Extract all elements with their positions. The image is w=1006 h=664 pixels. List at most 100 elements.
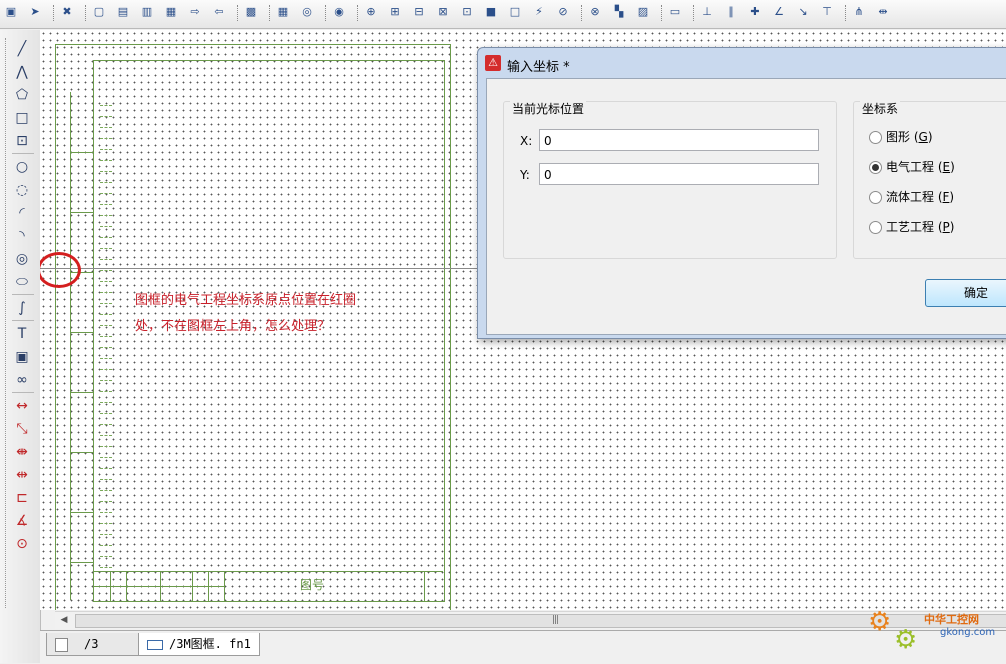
horizontal-scrollbar[interactable]: ◀ ||| xyxy=(55,611,1006,629)
frame-column-marker xyxy=(100,149,112,151)
line-icon[interactable]: ╱ xyxy=(12,40,32,58)
ok-button[interactable]: 确定 xyxy=(925,279,1006,307)
new-page-icon[interactable]: ▤ xyxy=(115,4,131,20)
frame-column-marker xyxy=(100,259,112,261)
frame-column-marker xyxy=(100,138,112,140)
radio-button-icon[interactable] xyxy=(869,161,882,174)
polygon-icon[interactable]: ⬠ xyxy=(12,86,32,104)
page-edit-icon[interactable]: ▥ xyxy=(139,4,155,20)
path-icon[interactable]: ↘ xyxy=(795,4,811,20)
save-icon[interactable]: ▣ xyxy=(3,4,19,20)
image-icon[interactable]: ▣ xyxy=(12,348,32,366)
delete-icon[interactable]: ✖ xyxy=(59,4,75,20)
dim-increment-icon[interactable]: ⇹ xyxy=(12,466,32,484)
cable-icon[interactable]: ⊠ xyxy=(435,4,451,20)
dim-aligned-icon[interactable]: ⤡ xyxy=(12,420,32,438)
toolbar-separator xyxy=(12,320,34,321)
frame-column-marker xyxy=(100,556,112,558)
dim-linear-icon[interactable]: ↔ xyxy=(12,397,32,415)
macro-icon[interactable]: ◎ xyxy=(299,4,315,20)
potential-icon[interactable]: ⚡ xyxy=(531,4,547,20)
connection-icon[interactable]: ⊡ xyxy=(459,4,475,20)
frame-column-marker xyxy=(100,369,112,371)
connector-icon[interactable]: ⊗ xyxy=(587,4,603,20)
page-rename-icon[interactable]: ▦ xyxy=(163,4,179,20)
line-icon[interactable]: ∥ xyxy=(723,4,739,20)
arc-icon[interactable]: ◜ xyxy=(12,204,32,222)
radio-button-icon[interactable] xyxy=(869,191,882,204)
frame-column-marker xyxy=(100,182,112,184)
toolbar-separator xyxy=(845,5,847,21)
polyline-icon[interactable]: ⋀ xyxy=(12,63,32,81)
rectangle-icon[interactable]: □ xyxy=(12,109,32,127)
scroll-left-icon[interactable]: ◀ xyxy=(57,614,71,626)
angle-icon[interactable]: ∠ xyxy=(771,4,787,20)
link-icon[interactable]: ∞ xyxy=(12,371,32,389)
insert-macro-icon[interactable]: ◉ xyxy=(331,4,347,20)
dialog-titlebar[interactable]: ⚠ 输入坐标 * xyxy=(478,48,1006,78)
radio-button-icon[interactable] xyxy=(869,221,882,234)
group-label: 当前光标位置 xyxy=(510,100,587,117)
plug-icon[interactable]: ⊟ xyxy=(411,4,427,20)
window-icon[interactable]: ▭ xyxy=(667,4,683,20)
dim-chain-icon[interactable]: ⇼ xyxy=(12,443,32,461)
hatch-icon[interactable]: ▨ xyxy=(635,4,651,20)
circle-icon[interactable]: ○ xyxy=(12,158,32,176)
y-input[interactable]: 0 xyxy=(539,163,819,185)
t-node-icon[interactable]: ⊤ xyxy=(819,4,835,20)
page-icon xyxy=(55,637,68,652)
text-icon[interactable]: T xyxy=(12,325,32,343)
dialog-title: 输入坐标 * xyxy=(507,60,570,75)
page-import-icon[interactable]: ⇦ xyxy=(211,4,227,20)
toolbar-separator xyxy=(12,392,34,393)
toolbar-separator xyxy=(237,5,239,21)
frame-left-strip xyxy=(70,92,94,600)
gear-icon: ⚙ xyxy=(894,625,918,655)
grid-icon[interactable]: ▩ xyxy=(243,4,259,20)
measure-icon[interactable]: ⊥ xyxy=(699,4,715,20)
spline-icon[interactable]: ∫ xyxy=(12,299,32,317)
tab-page-2[interactable]: /3M图框. fn1 xyxy=(138,633,260,656)
arc-center-icon[interactable]: ◝ xyxy=(12,227,32,245)
toolbar-grip[interactable] xyxy=(5,38,9,608)
black-box-icon[interactable]: ■ xyxy=(483,4,499,20)
frame-strip-cell xyxy=(71,332,93,333)
interrupt-icon[interactable]: ⊘ xyxy=(555,4,571,20)
structure-box-icon[interactable]: □ xyxy=(507,4,523,20)
tab-page-1[interactable]: /3 xyxy=(46,633,140,656)
snap-icon[interactable]: ▦ xyxy=(275,4,291,20)
frame-column-marker xyxy=(100,325,112,327)
radio-label: 电气工程 xyxy=(886,160,938,174)
cross-icon[interactable]: ✚ xyxy=(747,4,763,20)
dim-base-icon[interactable]: ⊏ xyxy=(12,489,32,507)
ellipse-icon[interactable]: ⬭ xyxy=(12,273,32,291)
symbol-icon[interactable]: ⇹ xyxy=(875,4,891,20)
text-box-icon[interactable]: ⊡ xyxy=(12,132,32,150)
radio-3[interactable]: 流体工程 (F) xyxy=(869,188,954,205)
dim-angle-icon[interactable]: ∡ xyxy=(12,512,32,530)
frame-column-marker xyxy=(100,248,112,250)
fill-icon[interactable]: ▚ xyxy=(611,4,627,20)
terminal-icon[interactable]: ⊞ xyxy=(387,4,403,20)
x-input[interactable]: 0 xyxy=(539,129,819,151)
connect-icon[interactable]: ⋔ xyxy=(851,4,867,20)
frame-column-marker xyxy=(100,435,112,437)
toolbar-separator xyxy=(325,5,327,21)
page-icon[interactable]: ▢ xyxy=(91,4,107,20)
frame-column-marker xyxy=(100,314,112,316)
dim-radius-icon[interactable]: ⊙ xyxy=(12,535,32,553)
circle-3pt-icon[interactable]: ◌ xyxy=(12,181,32,199)
radio-1[interactable]: 图形 (G) xyxy=(869,128,933,145)
ring-icon[interactable]: ◎ xyxy=(12,250,32,268)
toolbar-separator xyxy=(581,5,583,21)
run-icon[interactable]: ➤ xyxy=(27,4,43,20)
frame-column-marker xyxy=(100,171,112,173)
toolbar-separator xyxy=(269,5,271,21)
radio-button-icon[interactable] xyxy=(869,131,882,144)
radio-2[interactable]: 电气工程 (E) xyxy=(869,158,955,175)
scrollbar-thumb[interactable]: ||| xyxy=(75,614,1006,628)
frame-column-marker xyxy=(100,292,112,294)
radio-4[interactable]: 工艺工程 (P) xyxy=(869,218,954,235)
device-icon[interactable]: ⊕ xyxy=(363,4,379,20)
page-export-icon[interactable]: ⇨ xyxy=(187,4,203,20)
